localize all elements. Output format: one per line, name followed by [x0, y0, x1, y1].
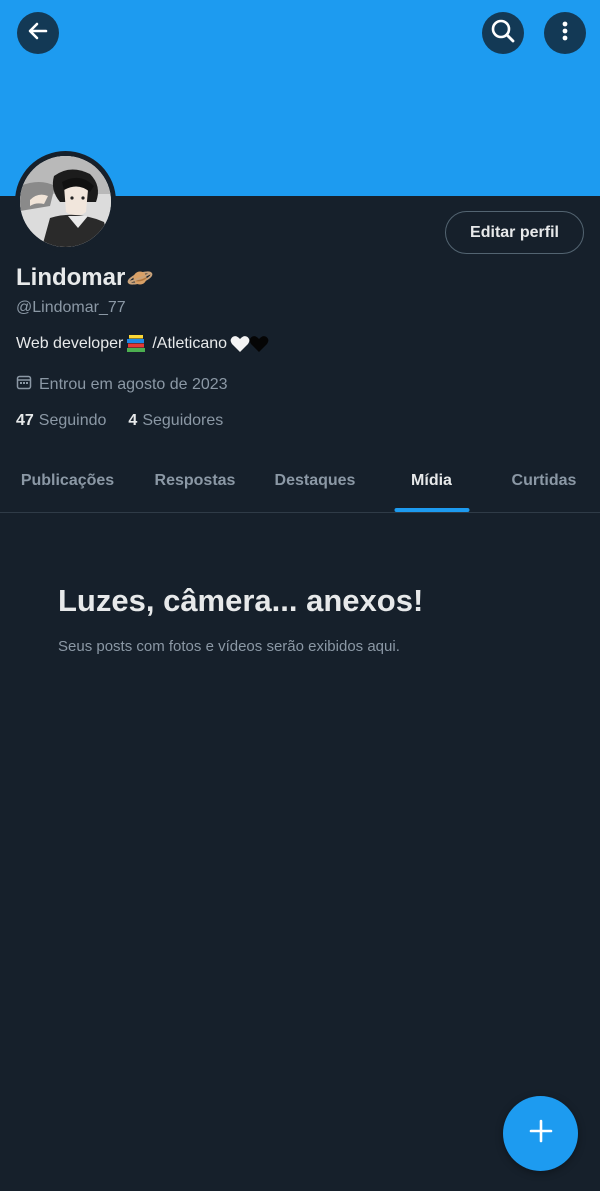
- bio-text-part2: /Atleticano: [152, 335, 228, 352]
- display-name-text: Lindomar: [16, 264, 126, 291]
- followers-label: Seguidores: [142, 412, 224, 429]
- more-options-button[interactable]: [544, 12, 586, 54]
- tab-label: Curtidas: [511, 472, 577, 489]
- empty-state-title: Luzes, câmera... anexos!: [58, 583, 424, 618]
- tab-publicacoes[interactable]: Publicações: [0, 450, 135, 512]
- more-vertical-icon: [553, 19, 577, 48]
- followers-count: 4: [128, 412, 138, 429]
- joined-date: Entrou em agosto de 2023: [16, 374, 228, 395]
- active-tab-indicator: [394, 508, 469, 512]
- follow-stats: 47 Seguindo 4 Seguidores: [16, 412, 223, 430]
- bio-text-part1: Web developer: [16, 335, 124, 352]
- black-heart-icon: [249, 335, 269, 353]
- search-icon: [490, 18, 516, 49]
- arrow-left-icon: [26, 19, 50, 48]
- search-button[interactable]: [482, 12, 524, 54]
- user-handle: @Lindomar_77: [16, 299, 126, 316]
- calendar-icon: [16, 374, 32, 395]
- plus-icon: [528, 1118, 554, 1149]
- joined-text: Entrou em agosto de 2023: [39, 375, 228, 393]
- tab-label: Respostas: [154, 472, 236, 489]
- tab-destaques[interactable]: Destaques: [255, 450, 375, 512]
- back-button[interactable]: [17, 12, 59, 54]
- tab-respostas[interactable]: Respostas: [135, 450, 255, 512]
- tab-label: Mídia: [411, 472, 452, 489]
- avatar-frame[interactable]: [15, 151, 116, 252]
- empty-state-subtitle: Seus posts com fotos e vídeos serão exib…: [58, 638, 400, 655]
- white-heart-icon: [230, 335, 250, 353]
- tab-curtidas[interactable]: Curtidas: [488, 450, 600, 512]
- tab-label: Destaques: [274, 472, 356, 489]
- edit-profile-button[interactable]: Editar perfil: [445, 211, 584, 254]
- followers-link[interactable]: 4 Seguidores: [128, 412, 223, 430]
- following-link[interactable]: 47 Seguindo: [16, 412, 106, 430]
- following-count: 47: [16, 412, 34, 429]
- compose-post-button[interactable]: [503, 1096, 578, 1171]
- following-label: Seguindo: [38, 412, 107, 429]
- ringed-planet-icon: [127, 267, 153, 289]
- profile-screen: Editar perfil Lindomar @Lindomar_77 Web …: [0, 0, 600, 1191]
- books-icon: [126, 335, 146, 353]
- tab-label: Publicações: [20, 472, 115, 489]
- avatar[interactable]: [20, 156, 111, 247]
- tab-midia[interactable]: Mídia: [375, 450, 488, 512]
- display-name: Lindomar: [16, 264, 153, 292]
- profile-tabs: Publicações Respostas Destaques Mídia Cu…: [0, 450, 600, 513]
- profile-bio: Web developer /Atleticano: [16, 335, 269, 353]
